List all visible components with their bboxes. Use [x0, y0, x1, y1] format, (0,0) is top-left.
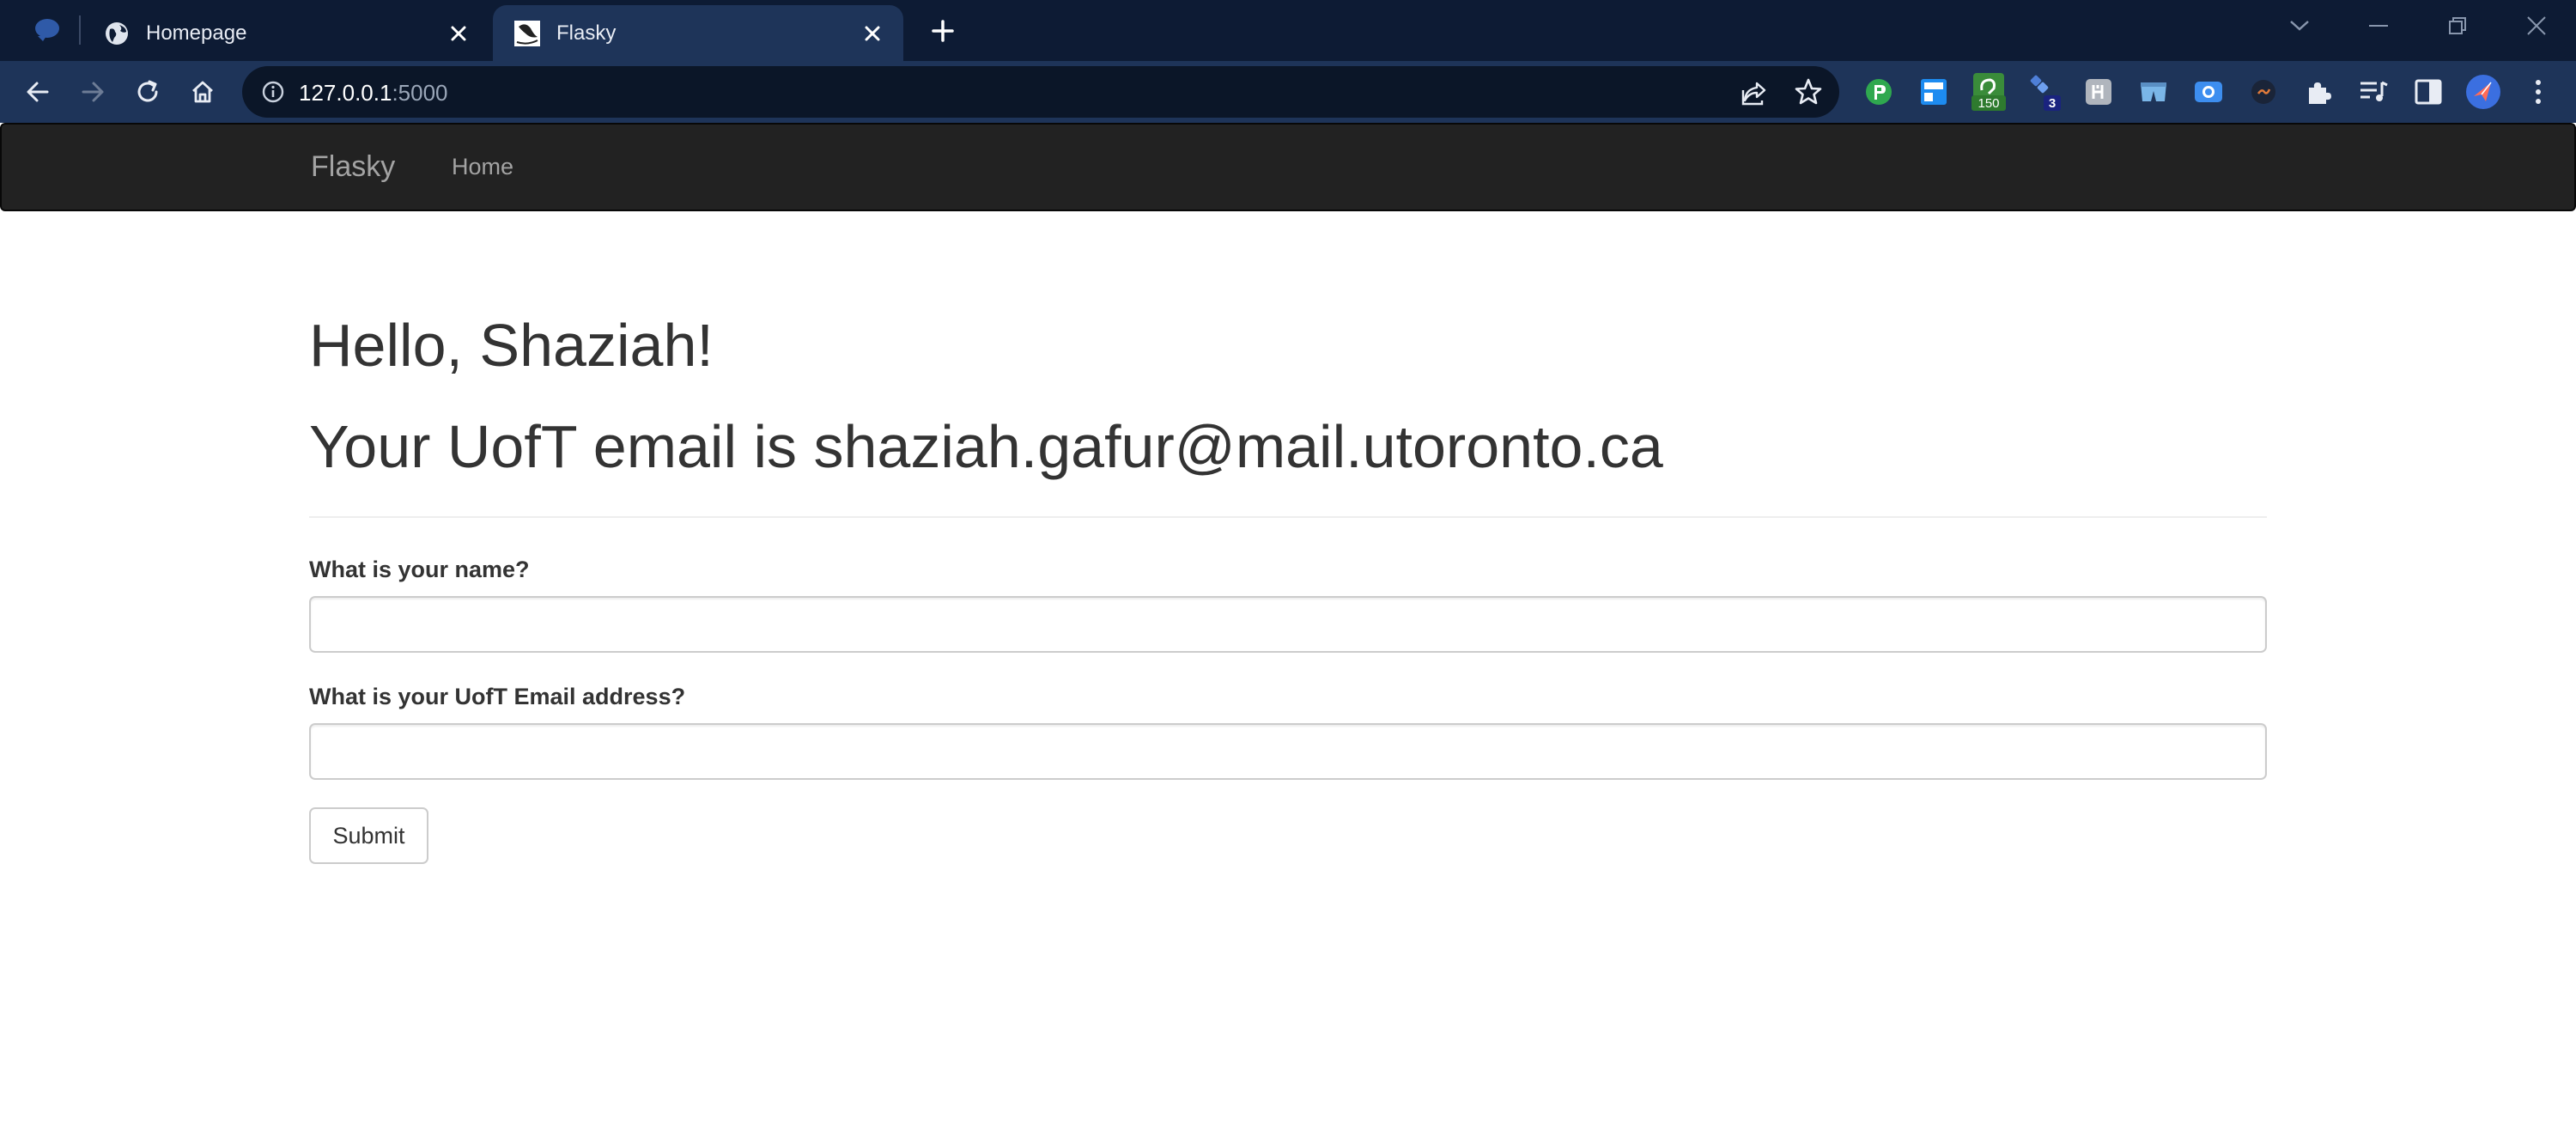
- extension-badge: 150: [1978, 96, 1999, 111]
- name-input[interactable]: [309, 596, 2267, 653]
- side-panel-icon[interactable]: [2409, 73, 2447, 111]
- close-icon[interactable]: [443, 18, 474, 49]
- greeting-heading: Hello, Shaziah!: [309, 312, 714, 379]
- tab-flasky[interactable]: Flasky: [493, 5, 903, 61]
- address-bar[interactable]: 127.0.0.1:5000: [242, 66, 1839, 118]
- share-icon[interactable]: [1740, 78, 1769, 107]
- browser-toolbar: 127.0.0.1:5000 150 3: [0, 61, 2576, 123]
- extension-shorts-icon[interactable]: [2135, 73, 2172, 111]
- restore-button[interactable]: [2435, 9, 2480, 43]
- globe-icon: [103, 20, 131, 47]
- extensions-puzzle-icon[interactable]: [2300, 73, 2337, 111]
- name-label: What is your name?: [309, 557, 530, 582]
- extension-grey-icon[interactable]: [2080, 73, 2117, 111]
- back-button[interactable]: [19, 73, 57, 111]
- tab-title: Homepage: [146, 21, 247, 45]
- url-port: :5000: [392, 80, 448, 106]
- tab-list-chevron-icon[interactable]: [2277, 9, 2322, 43]
- extension-camera-icon[interactable]: [2190, 73, 2227, 111]
- site-info-icon[interactable]: [261, 80, 285, 104]
- email-heading: Your UofT email is shaziah.gafur@mail.ut…: [309, 413, 1663, 480]
- reload-icon[interactable]: [129, 73, 167, 111]
- media-control-icon[interactable]: [2354, 73, 2392, 111]
- bookmark-star-icon[interactable]: [1793, 76, 1824, 107]
- tab-homepage[interactable]: Homepage: [82, 5, 489, 61]
- close-icon[interactable]: [857, 18, 888, 49]
- tab-title: Flasky: [556, 21, 617, 45]
- extension-green-icon[interactable]: [1860, 73, 1898, 111]
- tab-separator: [79, 15, 81, 45]
- submit-button[interactable]: Submit: [309, 807, 428, 864]
- nav-link-home[interactable]: Home: [452, 154, 513, 180]
- window-close-button[interactable]: [2514, 9, 2559, 43]
- profile-avatar[interactable]: [2464, 73, 2502, 111]
- extension-counter-icon[interactable]: 150: [1970, 73, 2008, 111]
- more-menu-icon[interactable]: [2519, 73, 2557, 111]
- url-host: 127.0.0.1: [299, 80, 392, 106]
- home-icon[interactable]: [184, 73, 222, 111]
- email-label: What is your UofT Email address?: [309, 684, 686, 709]
- extension-dots-icon[interactable]: 3: [2025, 73, 2063, 111]
- minimize-button[interactable]: [2356, 9, 2401, 43]
- site-navbar: Flasky Home: [0, 123, 2576, 211]
- forward-button[interactable]: [74, 73, 112, 111]
- flask-favicon: [513, 20, 541, 47]
- new-tab-button[interactable]: [926, 14, 960, 48]
- tab-search-icon[interactable]: [31, 15, 64, 45]
- navbar-brand[interactable]: Flasky: [311, 150, 395, 184]
- page-header-divider: [309, 516, 2267, 518]
- email-input[interactable]: [309, 723, 2267, 780]
- extension-badge: 3: [2049, 96, 2056, 111]
- url-text: 127.0.0.1:5000: [299, 80, 448, 106]
- extension-dark-icon[interactable]: [2245, 73, 2282, 111]
- extension-blue-icon[interactable]: [1915, 73, 1953, 111]
- browser-tabstrip: Homepage Flasky: [0, 0, 2576, 61]
